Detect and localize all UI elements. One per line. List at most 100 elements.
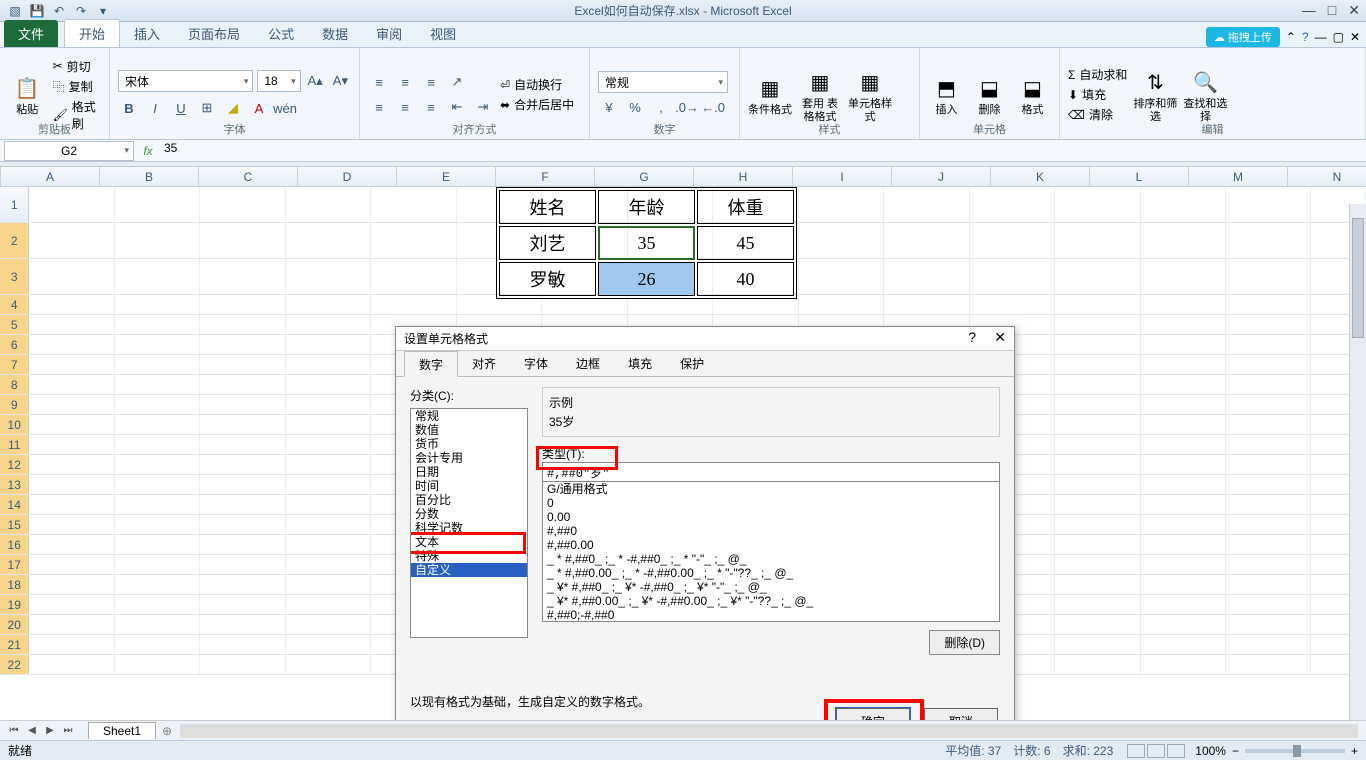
- maximize-icon[interactable]: □: [1328, 2, 1336, 19]
- align-right-icon[interactable]: ≡: [420, 96, 442, 118]
- row-header-15[interactable]: 15: [0, 515, 29, 534]
- formula-input[interactable]: 35: [158, 141, 1366, 161]
- tab-data[interactable]: 数据: [308, 20, 362, 47]
- view-normal-icon[interactable]: [1127, 744, 1145, 758]
- header-name[interactable]: 姓名: [499, 190, 596, 224]
- col-header-L[interactable]: L: [1090, 167, 1189, 186]
- cell-name-1[interactable]: 罗敏: [499, 262, 596, 296]
- underline-button[interactable]: U: [170, 97, 192, 119]
- cut-button[interactable]: ✂剪切: [53, 58, 101, 75]
- tab-file[interactable]: 文件: [4, 20, 58, 47]
- tab-layout[interactable]: 页面布局: [174, 20, 254, 47]
- col-header-E[interactable]: E: [397, 167, 496, 186]
- category-item[interactable]: 数值: [411, 423, 527, 437]
- sheet-nav-last-icon[interactable]: ⏭: [60, 725, 76, 736]
- row-header-19[interactable]: 19: [0, 595, 29, 614]
- format-item[interactable]: _ * #,##0_ ;_ * -#,##0_ ;_ * "-"_ ;_ @_: [543, 552, 999, 566]
- dialog-close-icon[interactable]: ✕: [994, 329, 1006, 346]
- col-header-A[interactable]: A: [1, 167, 100, 186]
- row-header-7[interactable]: 7: [0, 355, 29, 374]
- sheet-nav-prev-icon[interactable]: ◀: [24, 725, 40, 736]
- font-color-button[interactable]: A: [248, 97, 270, 119]
- type-input[interactable]: [542, 462, 1000, 482]
- category-item[interactable]: 货币: [411, 437, 527, 451]
- format-item[interactable]: #,##0: [543, 524, 999, 538]
- format-item[interactable]: 0: [543, 496, 999, 510]
- cell-name-0[interactable]: 刘艺: [499, 226, 596, 260]
- upload-button[interactable]: ☁拖拽上传: [1206, 27, 1280, 47]
- border-button[interactable]: ⊞: [196, 97, 218, 119]
- dlg-tab-protect[interactable]: 保护: [666, 351, 718, 376]
- percent-icon[interactable]: %: [624, 96, 646, 118]
- cell-age-1[interactable]: 26: [598, 262, 695, 296]
- col-header-M[interactable]: M: [1189, 167, 1288, 186]
- sheet-nav-next-icon[interactable]: ▶: [42, 725, 58, 736]
- win-restore-icon[interactable]: ▢: [1333, 30, 1344, 44]
- phonetic-button[interactable]: wén: [274, 97, 296, 119]
- row-header-2[interactable]: 2: [0, 223, 29, 258]
- autosum-button[interactable]: Σ自动求和: [1068, 66, 1127, 83]
- row-header-1[interactable]: 1: [0, 187, 29, 222]
- row-header-4[interactable]: 4: [0, 295, 29, 314]
- row-header-12[interactable]: 12: [0, 455, 29, 474]
- win-min-icon[interactable]: —: [1315, 30, 1327, 44]
- grow-font-icon[interactable]: A▴: [305, 70, 326, 92]
- row-header-21[interactable]: 21: [0, 635, 29, 654]
- row-header-16[interactable]: 16: [0, 535, 29, 554]
- dlg-tab-align[interactable]: 对齐: [458, 351, 510, 376]
- fill-color-button[interactable]: ◢: [222, 97, 244, 119]
- row-header-5[interactable]: 5: [0, 315, 29, 334]
- win-close-icon[interactable]: ✕: [1350, 30, 1360, 44]
- redo-icon[interactable]: ↷: [72, 2, 90, 20]
- format-list[interactable]: G/通用格式00.00#,##0#,##0.00_ * #,##0_ ;_ * …: [542, 482, 1000, 622]
- row-header-10[interactable]: 10: [0, 415, 29, 434]
- sheet-nav-first-icon[interactable]: ⏮: [6, 725, 22, 736]
- name-box[interactable]: G2: [4, 141, 134, 161]
- undo-icon[interactable]: ↶: [50, 2, 68, 20]
- category-item[interactable]: 科学记数: [411, 521, 527, 535]
- indent-inc-icon[interactable]: ⇥: [472, 96, 494, 118]
- row-header-17[interactable]: 17: [0, 555, 29, 574]
- zoom-slider[interactable]: [1245, 749, 1345, 753]
- align-bottom-icon[interactable]: ≡: [420, 71, 442, 93]
- category-item[interactable]: 日期: [411, 465, 527, 479]
- align-mid-icon[interactable]: ≡: [394, 71, 416, 93]
- dlg-tab-font[interactable]: 字体: [510, 351, 562, 376]
- font-size-combo[interactable]: 18: [257, 70, 300, 92]
- col-header-B[interactable]: B: [100, 167, 199, 186]
- col-header-I[interactable]: I: [793, 167, 892, 186]
- currency-icon[interactable]: ¥: [598, 96, 620, 118]
- col-header-C[interactable]: C: [199, 167, 298, 186]
- merge-button[interactable]: ⬌合并后居中: [500, 96, 574, 113]
- align-center-icon[interactable]: ≡: [394, 96, 416, 118]
- tab-home[interactable]: 开始: [64, 19, 120, 47]
- qat-dropdown-icon[interactable]: ▾: [94, 2, 112, 20]
- vertical-scrollbar[interactable]: [1349, 204, 1366, 720]
- row-header-8[interactable]: 8: [0, 375, 29, 394]
- category-item[interactable]: 会计专用: [411, 451, 527, 465]
- format-item[interactable]: _ ¥* #,##0.00_ ;_ ¥* -#,##0.00_ ;_ ¥* "-…: [543, 594, 999, 608]
- col-header-G[interactable]: G: [595, 167, 694, 186]
- row-header-13[interactable]: 13: [0, 475, 29, 494]
- delete-button[interactable]: 删除(D): [929, 630, 1000, 655]
- tab-view[interactable]: 视图: [416, 20, 470, 47]
- col-header-D[interactable]: D: [298, 167, 397, 186]
- category-item[interactable]: 文本: [411, 535, 527, 549]
- col-header-F[interactable]: F: [496, 167, 595, 186]
- new-sheet-icon[interactable]: ⊕: [162, 724, 172, 738]
- zoom-in-icon[interactable]: +: [1351, 744, 1358, 758]
- number-format-combo[interactable]: 常规: [598, 71, 728, 93]
- category-item[interactable]: 自定义: [411, 563, 527, 577]
- format-item[interactable]: #,##0.00: [543, 538, 999, 552]
- header-weight[interactable]: 体重: [697, 190, 794, 224]
- tab-insert[interactable]: 插入: [120, 20, 174, 47]
- align-left-icon[interactable]: ≡: [368, 96, 390, 118]
- category-item[interactable]: 时间: [411, 479, 527, 493]
- help-icon[interactable]: ?: [1302, 30, 1309, 44]
- inc-decimal-icon[interactable]: .0→: [676, 96, 698, 118]
- zoom-out-icon[interactable]: −: [1232, 744, 1239, 758]
- row-header-6[interactable]: 6: [0, 335, 29, 354]
- category-item[interactable]: 特殊: [411, 549, 527, 563]
- row-header-9[interactable]: 9: [0, 395, 29, 414]
- align-top-icon[interactable]: ≡: [368, 71, 390, 93]
